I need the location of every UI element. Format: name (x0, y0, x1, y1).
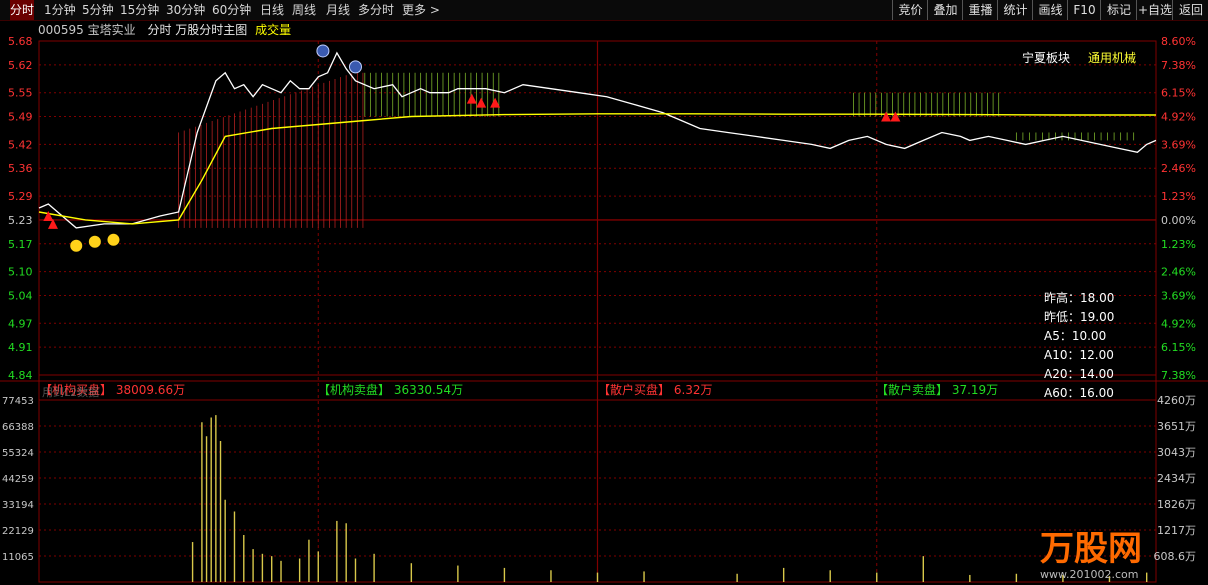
flow-label-3: 【散户卖盘】 37.19万 (876, 382, 998, 397)
price-tick-label: 5.36 (8, 162, 33, 175)
price-tick-label: 5.23 (8, 214, 33, 227)
alert-marker (316, 44, 330, 58)
volume-tick-label: 44259 (2, 474, 34, 485)
stat-3: A10：12.00 (1044, 348, 1114, 362)
volume-tick-label: 66388 (2, 422, 34, 433)
price-tick-label: 5.55 (8, 87, 33, 100)
stat-4: A20：14.00 (1044, 367, 1114, 381)
price-tick-label: 4.91 (8, 341, 33, 354)
stat-1: 昨低：19.00 (1044, 310, 1114, 324)
pct-tick-label: 4.92% (1161, 111, 1196, 124)
concept-label: 通用机械 (1088, 50, 1136, 65)
watermark-text: 万股网 (1040, 529, 1142, 569)
volume-tick-label: 11065 (2, 552, 34, 563)
watermark-logo: 万股网www.201002.com (1040, 529, 1142, 581)
buy-signal-marker (476, 97, 487, 108)
watermark-url: www.201002.com (1040, 568, 1138, 581)
pct-tick-label: 1.23% (1161, 238, 1196, 251)
pct-tick-label: 2.46% (1161, 266, 1196, 279)
volume-right-tick-label: 3043万 (1157, 446, 1196, 459)
pct-tick-label: 2.46% (1161, 162, 1196, 175)
pct-tick-label: 0.00% (1161, 214, 1196, 227)
price-tick-label: 4.97 (8, 317, 33, 330)
flow-label-2: 【散户买盘】 6.32万 (598, 382, 713, 397)
buy-signal-marker (466, 93, 477, 104)
pct-tick-label: 8.60% (1161, 35, 1196, 48)
volume-right-tick-label: 1826万 (1157, 498, 1196, 511)
volume-subtitle: 用到L2数据 (42, 385, 99, 399)
volume-right-tick-label: 2434万 (1157, 472, 1196, 485)
volume-right-tick-label: 3651万 (1157, 420, 1196, 433)
volume-tick-label: 22129 (2, 526, 34, 537)
intraday-chart: 5.68 8.60% 5.62 7.38% 5.55 6.15% 5.49 4.92% 5.42… (0, 35, 1208, 583)
volume-tick-label: 77453 (2, 396, 34, 407)
price-tick-label: 5.17 (8, 238, 33, 251)
price-tick-label: 5.10 (8, 266, 33, 279)
price-tick-label: 5.42 (8, 138, 33, 151)
volume-right-tick-label: 1217万 (1157, 524, 1196, 537)
volume-right-tick-label: 608.6万 (1154, 550, 1197, 563)
flow-label-1: 【机构卖盘】 36330.54万 (318, 382, 463, 397)
volume-right-tick-label: 4260万 (1157, 394, 1196, 407)
price-tick-label: 5.49 (8, 111, 33, 124)
pct-tick-label: 6.15% (1161, 341, 1196, 354)
smiley-marker (107, 233, 120, 246)
price-tick-label: 4.84 (8, 369, 33, 382)
smiley-marker (70, 239, 83, 252)
pct-tick-label: 3.69% (1161, 138, 1196, 151)
alert-marker (348, 60, 362, 74)
volume-tick-label: 55324 (2, 448, 34, 459)
price-tick-label: 5.68 (8, 35, 33, 48)
pct-tick-label: 6.15% (1161, 87, 1196, 100)
pct-tick-label: 3.69% (1161, 289, 1196, 302)
price-tick-label: 5.62 (8, 59, 33, 72)
pct-tick-label: 1.23% (1161, 190, 1196, 203)
price-tick-label: 5.04 (8, 289, 33, 302)
price-tick-label: 5.29 (8, 190, 33, 203)
smiley-marker (88, 235, 101, 248)
pct-tick-label: 7.38% (1161, 369, 1196, 382)
stat-0: 昨高：18.00 (1044, 290, 1114, 305)
pct-tick-label: 4.92% (1161, 317, 1196, 330)
pct-tick-label: 7.38% (1161, 59, 1196, 72)
volume-tick-label: 33194 (2, 500, 34, 511)
stat-2: A5：10.00 (1044, 329, 1106, 343)
sector-label: 宁夏板块 (1022, 50, 1070, 65)
buy-signal-marker (890, 111, 901, 122)
stat-5: A60：16.00 (1044, 386, 1114, 400)
